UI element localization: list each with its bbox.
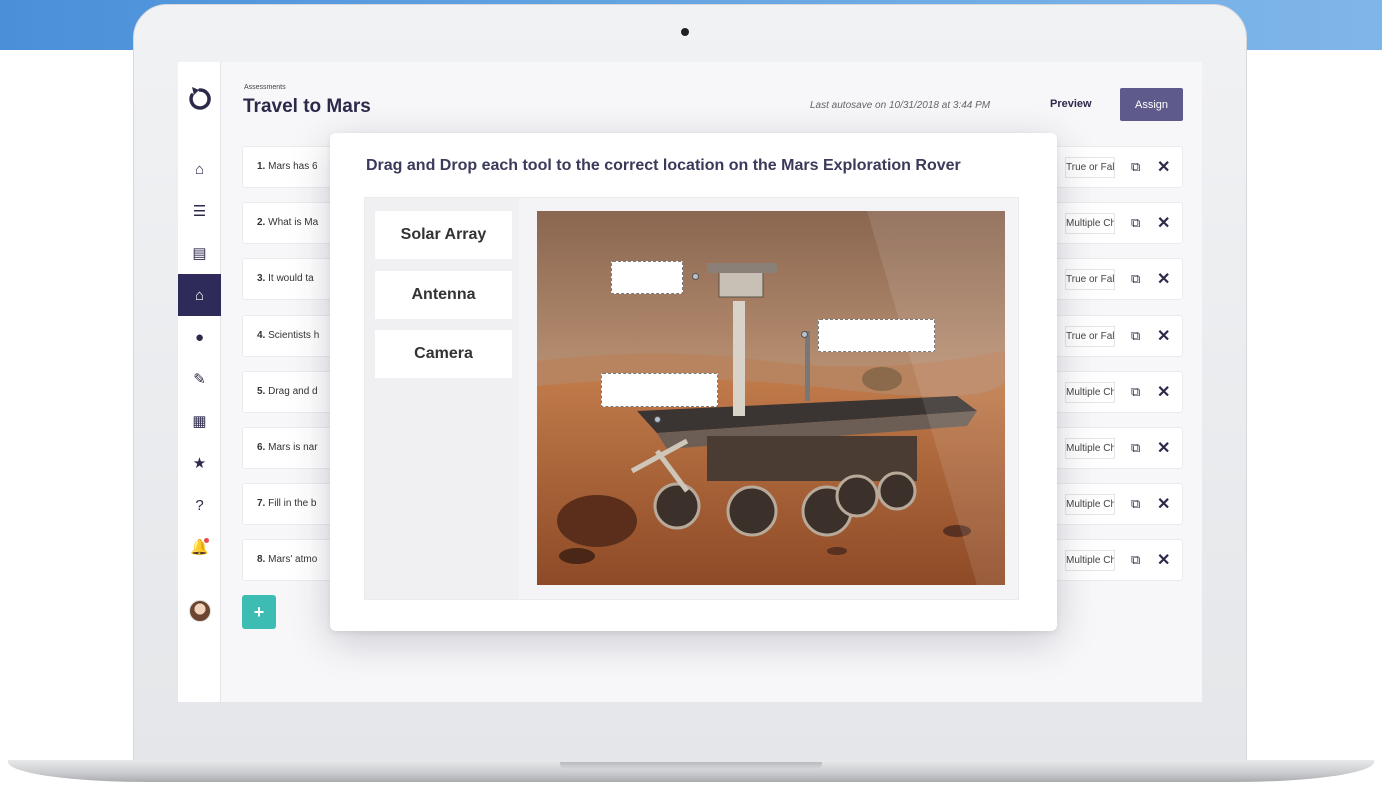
sidebar-item-pencil[interactable]: ✎ bbox=[178, 358, 221, 400]
question-number: 7. bbox=[257, 498, 266, 510]
list-icon: ☰ bbox=[192, 203, 207, 220]
sidebar-item-star[interactable]: ★ bbox=[178, 442, 221, 484]
notification-dot bbox=[204, 538, 209, 543]
tool-solar-array[interactable]: Solar Array bbox=[375, 211, 512, 259]
question-prompt: Mars' atmo bbox=[268, 554, 318, 566]
close-icon[interactable]: ✕ bbox=[1157, 550, 1170, 570]
book-icon: ▤ bbox=[192, 245, 207, 262]
copy-icon[interactable]: ⧉ bbox=[1131, 440, 1140, 456]
preview-button[interactable]: Preview bbox=[1050, 98, 1092, 110]
copy-icon[interactable]: ⧉ bbox=[1131, 159, 1140, 175]
question-text: 2. What is Ma bbox=[257, 217, 318, 228]
modal-title: Drag and Drop each tool to the correct l… bbox=[366, 157, 961, 174]
app-screen: ⌂ ☰ ▤ ⌂ ● ✎ ▦ ★? 🔔 Assessments Travel to Mars La… bbox=[178, 62, 1202, 702]
sidebar-item-help[interactable]: ? bbox=[178, 484, 221, 526]
sidebar-item-bell[interactable]: 🔔 bbox=[178, 526, 221, 568]
copy-icon[interactable]: ⧉ bbox=[1131, 552, 1140, 568]
question-type-badge[interactable]: True or False bbox=[1065, 157, 1115, 178]
dropzone-camera-pin bbox=[692, 273, 699, 280]
question-number: 5. bbox=[257, 385, 266, 397]
add-question-button[interactable]: + bbox=[242, 595, 276, 629]
laptop-notch bbox=[560, 762, 822, 769]
dropzone-antenna-pin bbox=[801, 331, 808, 338]
dropzone-solar-array-pin bbox=[654, 416, 661, 423]
modal-body: Solar Array Antenna Camera bbox=[364, 197, 1019, 600]
question-text: 5. Drag and d bbox=[257, 386, 318, 397]
copy-icon[interactable]: ⧉ bbox=[1131, 215, 1140, 231]
question-text: 6. Mars is nar bbox=[257, 442, 318, 453]
question-prompt: Fill in the b bbox=[268, 498, 317, 510]
page-title: Travel to Mars bbox=[243, 96, 371, 117]
app-logo-icon[interactable] bbox=[187, 84, 213, 114]
sidebar-item-book[interactable]: ▤ bbox=[178, 232, 221, 274]
rover-image bbox=[537, 211, 1005, 585]
question-text: 1. Mars has 6 bbox=[257, 161, 318, 172]
close-icon[interactable]: ✕ bbox=[1157, 157, 1170, 177]
close-icon[interactable]: ✕ bbox=[1157, 326, 1170, 346]
laptop-camera bbox=[681, 28, 689, 36]
question-type-badge[interactable]: True or False bbox=[1065, 269, 1115, 291]
question-type-badge[interactable]: True or False bbox=[1065, 325, 1115, 347]
close-icon[interactable]: ✕ bbox=[1157, 494, 1170, 514]
record-icon: ● bbox=[194, 328, 205, 346]
question-number: 3. bbox=[257, 273, 266, 285]
sidebar-item-list[interactable]: ☰ bbox=[178, 190, 221, 232]
drag-drop-modal: Drag and Drop each tool to the correct l… bbox=[330, 133, 1057, 631]
dropzone-antenna[interactable] bbox=[818, 319, 935, 352]
question-text: 3. It would ta bbox=[257, 273, 314, 284]
help-icon: ? bbox=[195, 496, 204, 514]
question-type-badge[interactable]: Multiple Choice bbox=[1065, 550, 1115, 572]
user-avatar[interactable] bbox=[189, 600, 211, 622]
copy-icon[interactable]: ⧉ bbox=[1131, 496, 1140, 512]
question-prompt: Scientists h bbox=[268, 329, 320, 341]
close-icon[interactable]: ✕ bbox=[1157, 269, 1170, 289]
star-icon: ★ bbox=[192, 455, 207, 472]
question-number: 4. bbox=[257, 329, 266, 341]
tool-antenna[interactable]: Antenna bbox=[375, 271, 512, 319]
question-type-badge[interactable]: Multiple Choice bbox=[1065, 494, 1115, 516]
close-icon[interactable]: ✕ bbox=[1157, 382, 1170, 402]
question-number: 6. bbox=[257, 442, 266, 453]
question-type-badge[interactable]: Multiple Choice bbox=[1065, 213, 1115, 235]
breadcrumb[interactable]: Assessments bbox=[244, 84, 286, 91]
question-number: 2. bbox=[257, 217, 266, 229]
bank-icon: ⌂ bbox=[194, 286, 205, 304]
question-number: 1. bbox=[257, 161, 266, 172]
close-icon[interactable]: ✕ bbox=[1157, 438, 1170, 458]
home-icon: ⌂ bbox=[194, 160, 205, 178]
tool-camera[interactable]: Camera bbox=[375, 330, 512, 378]
question-number: 8. bbox=[257, 554, 266, 566]
question-prompt: Mars has 6 bbox=[268, 161, 318, 172]
sidebar: ⌂ ☰ ▤ ⌂ ● ✎ ▦ ★? 🔔 bbox=[178, 62, 221, 702]
assign-button[interactable]: Assign bbox=[1120, 88, 1183, 121]
pencil-icon: ✎ bbox=[193, 371, 206, 388]
question-type-badge[interactable]: Multiple Choice bbox=[1065, 438, 1115, 459]
question-type-badge[interactable]: Multiple Choice bbox=[1065, 381, 1115, 403]
copy-icon[interactable]: ⧉ bbox=[1131, 384, 1140, 400]
copy-icon[interactable]: ⧉ bbox=[1131, 328, 1140, 344]
sidebar-item-bank[interactable]: ⌂ bbox=[178, 274, 221, 316]
question-prompt: Drag and d bbox=[268, 385, 318, 397]
question-prompt: Mars is nar bbox=[268, 442, 318, 453]
sidebar-item-home[interactable]: ⌂ bbox=[178, 148, 221, 190]
tool-bank: Solar Array Antenna Camera bbox=[365, 198, 519, 599]
question-text: 4. Scientists h bbox=[257, 330, 319, 341]
calendar-icon: ▦ bbox=[192, 413, 207, 430]
question-prompt: It would ta bbox=[268, 273, 314, 285]
question-text: 8. Mars' atmo bbox=[257, 554, 317, 565]
close-icon[interactable]: ✕ bbox=[1157, 213, 1170, 233]
dropzone-solar-array[interactable] bbox=[601, 373, 718, 407]
autosave-status: Last autosave on 10/31/2018 at 3:44 PM bbox=[810, 100, 991, 111]
copy-icon[interactable]: ⧉ bbox=[1131, 271, 1140, 287]
sidebar-item-record[interactable]: ● bbox=[178, 316, 221, 358]
dropzone-camera[interactable] bbox=[611, 261, 683, 294]
sidebar-item-calendar[interactable]: ▦ bbox=[178, 400, 221, 442]
question-text: 7. Fill in the b bbox=[257, 498, 316, 509]
question-prompt: What is Ma bbox=[268, 217, 319, 229]
